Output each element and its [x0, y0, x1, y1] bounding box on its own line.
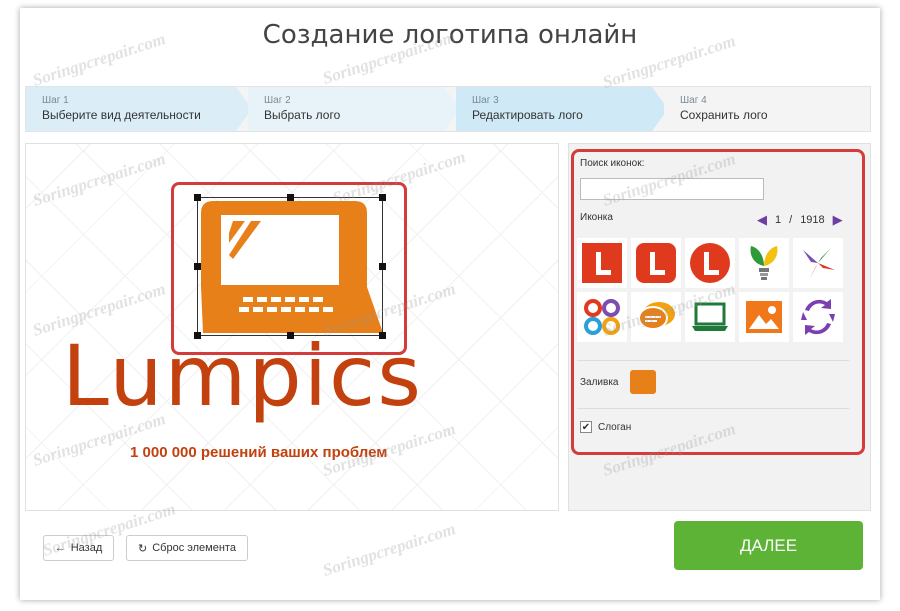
icon-option[interactable] [577, 292, 627, 342]
circular-arrows-icon [801, 299, 835, 335]
next-page-icon[interactable]: ▶ [833, 212, 843, 228]
reset-element-button[interactable]: ↻ Сброс элемента [126, 535, 248, 561]
resize-handle[interactable] [287, 194, 294, 201]
next-button[interactable]: ДАЛЕЕ [674, 521, 863, 570]
resize-handle[interactable] [379, 194, 386, 201]
divider [577, 360, 849, 361]
step-3[interactable]: Шаг 3 Редактировать лого [456, 87, 668, 131]
chat-bubbles-icon [638, 302, 675, 330]
icon-grid [577, 238, 849, 342]
logo-canvas[interactable]: Lumpics 1 000 000 решений ваших проблем [25, 143, 559, 511]
page-title: Создание логотипа онлайн [262, 20, 638, 50]
reset-label: Сброс элемента [152, 542, 236, 554]
step-1[interactable]: Шаг 1 Выберите вид деятельности [26, 87, 252, 131]
icon-option[interactable] [793, 238, 843, 288]
prev-page-icon[interactable]: ◀ [757, 212, 767, 228]
step-label: Выбрать лого [264, 108, 341, 122]
divider [577, 408, 849, 409]
plant-bulb-icon [750, 246, 778, 280]
step-label: Редактировать лого [472, 108, 583, 122]
letter-l-circle-icon [690, 243, 730, 283]
image-landscape-icon [746, 301, 782, 333]
arrow-left-icon: ← [54, 542, 66, 554]
chain-links-icon [584, 299, 620, 335]
back-button[interactable]: ← Назад [43, 535, 114, 561]
search-label: Поиск иконок: [580, 158, 645, 169]
step-number: Шаг 2 [264, 95, 291, 106]
resize-handle[interactable] [194, 194, 201, 201]
step-label: Сохранить лого [680, 108, 768, 122]
wizard-steps: Шаг 1 Выберите вид деятельности Шаг 2 Вы… [25, 86, 871, 132]
fill-label: Заливка [580, 377, 619, 388]
icon-option[interactable] [685, 292, 735, 342]
back-label: Назад [70, 542, 103, 554]
icon-pager: ◀ 1 / 1918 ▶ [757, 212, 843, 228]
slogan-checkbox[interactable]: ✔ [580, 421, 592, 433]
icon-option[interactable] [685, 238, 735, 288]
page-total: 1918 [800, 214, 825, 226]
icon-option[interactable] [577, 238, 627, 288]
step-label: Выберите вид деятельности [42, 108, 201, 122]
icon-option[interactable] [793, 292, 843, 342]
icon-search-input[interactable] [580, 178, 764, 200]
page-separator: / [789, 214, 793, 226]
laptop-icon [692, 302, 728, 331]
resize-handle[interactable] [194, 263, 201, 270]
fill-color-swatch[interactable] [630, 370, 656, 394]
logo-slogan-text[interactable]: 1 000 000 решений ваших проблем [130, 444, 387, 461]
icon-label: Иконка [580, 212, 613, 223]
arrows-burst-icon [803, 248, 835, 280]
selection-box[interactable] [194, 194, 386, 339]
page-current: 1 [775, 214, 782, 226]
slogan-label: Слоган [598, 422, 632, 433]
step-number: Шаг 3 [472, 95, 499, 106]
step-4[interactable]: Шаг 4 Сохранить лого [664, 87, 870, 131]
icon-option[interactable] [631, 238, 681, 288]
resize-handle[interactable] [379, 263, 386, 270]
icon-option[interactable] [631, 292, 681, 342]
icon-option[interactable] [739, 292, 789, 342]
step-2[interactable]: Шаг 2 Выбрать лого [248, 87, 460, 131]
icon-option[interactable] [739, 238, 789, 288]
logo-brand-text[interactable]: Lumpics [62, 334, 532, 418]
letter-l-rounded-icon [636, 243, 676, 283]
step-number: Шаг 1 [42, 95, 69, 106]
reset-icon: ↻ [138, 542, 148, 555]
step-number: Шаг 4 [680, 95, 707, 106]
letter-l-square-icon [582, 243, 622, 283]
